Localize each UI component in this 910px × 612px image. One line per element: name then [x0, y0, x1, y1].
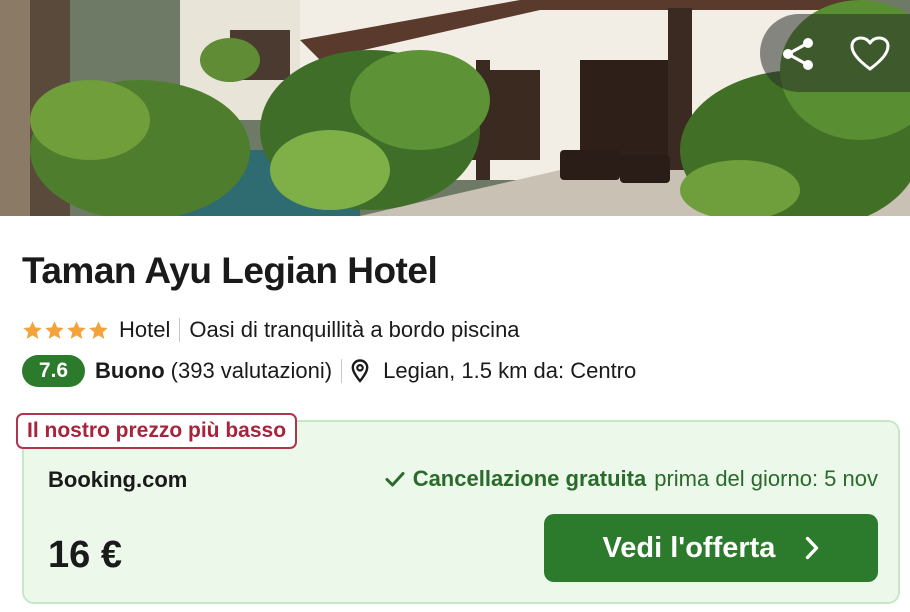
rating-row: 7.6 Buono (393 valutazioni) Legian, 1.5 … [22, 354, 636, 388]
favorite-button[interactable] [848, 32, 892, 76]
check-icon [385, 471, 405, 487]
share-icon [783, 38, 813, 70]
hotel-tagline: Oasi di tranquillità a bordo piscina [189, 317, 520, 342]
view-offer-button[interactable]: Vedi l'offerta [544, 514, 878, 582]
offer-price: 16 € [48, 534, 122, 576]
chevron-right-icon [805, 536, 819, 560]
separator [341, 359, 343, 383]
star-icon [89, 320, 108, 339]
hotel-meta: Hotel Oasi di tranquillità a bordo pisci… [22, 315, 520, 345]
cancellation-label: Cancellazione gratuita [412, 466, 647, 491]
separator [179, 318, 181, 342]
hotel-type: Hotel [119, 317, 171, 342]
rating-score-badge: 7.6 [22, 355, 85, 387]
star-icon [67, 320, 86, 339]
share-button[interactable] [776, 32, 820, 76]
star-rating [22, 320, 109, 341]
free-cancellation: Cancellazione gratuita prima del giorno:… [385, 466, 878, 492]
star-icon [23, 320, 42, 339]
review-count[interactable]: (393 valutazioni) [171, 358, 332, 384]
view-offer-label: Vedi l'offerta [602, 531, 776, 564]
map-pin-icon [351, 359, 369, 383]
hotel-name[interactable]: Taman Ayu Legian Hotel [22, 250, 438, 292]
heart-icon [850, 36, 890, 71]
offer-provider: Booking.com [48, 467, 188, 492]
rating-label: Buono [95, 358, 165, 383]
lowest-price-badge: Il nostro prezzo più basso [16, 413, 298, 449]
location-text[interactable]: Legian, 1.5 km da: Centro [383, 358, 636, 384]
hotel-photo[interactable] [0, 0, 910, 216]
cancellation-deadline: prima del giorno: 5 nov [654, 466, 878, 491]
star-icon [45, 320, 64, 339]
photo-actions [760, 14, 910, 92]
